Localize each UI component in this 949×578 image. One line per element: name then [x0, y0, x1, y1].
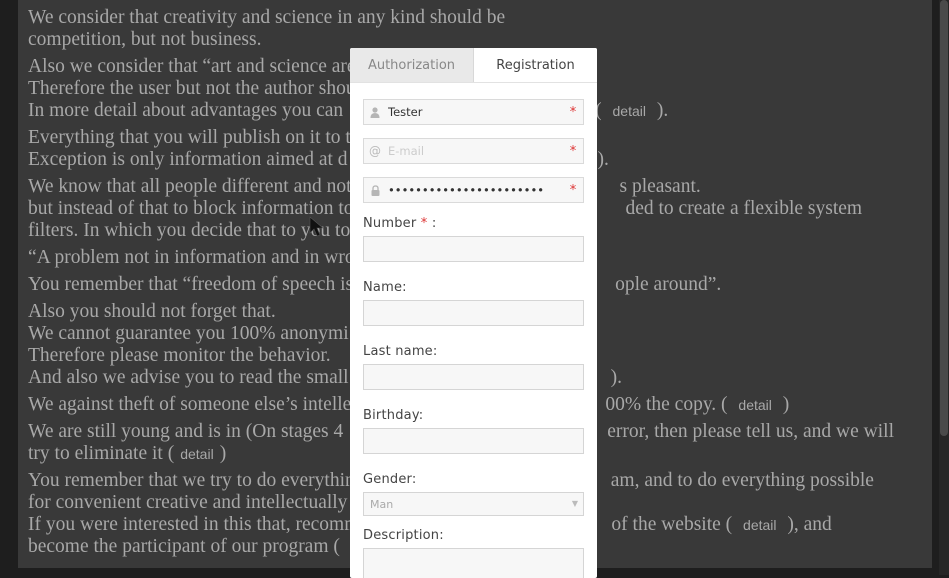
- description-textarea[interactable]: [363, 548, 584, 578]
- chevron-down-icon: ▼: [571, 499, 578, 508]
- bg-paragraph: We consider that creativity and science …: [28, 7, 908, 51]
- detail-link[interactable]: detail: [743, 517, 776, 533]
- auth-modal: Authorization Registration * @ * * Numbe…: [350, 48, 597, 578]
- detail-link[interactable]: detail: [180, 446, 213, 462]
- last-name-input[interactable]: [363, 364, 584, 390]
- required-marker: *: [569, 143, 577, 159]
- password-input[interactable]: [386, 179, 563, 201]
- password-field[interactable]: *: [363, 177, 584, 203]
- number-label: Number * :: [363, 216, 437, 231]
- tab-authorization[interactable]: Authorization: [350, 48, 474, 82]
- scrollbar-thumb[interactable]: [940, 0, 948, 436]
- lock-icon: [364, 184, 386, 196]
- email-input[interactable]: [386, 140, 563, 162]
- tab-registration[interactable]: Registration: [474, 48, 597, 82]
- auth-tabs: Authorization Registration: [350, 48, 597, 83]
- registration-form: * @ * * Number * : Name: Last name: Birt…: [350, 83, 597, 578]
- email-field[interactable]: @ *: [363, 138, 584, 164]
- name-label: Name:: [363, 280, 407, 295]
- mouse-cursor-icon: [309, 216, 324, 237]
- gender-select[interactable]: Man ▼: [363, 492, 584, 516]
- bg-line: We consider that creativity and science …: [28, 7, 506, 28]
- number-input[interactable]: [363, 236, 584, 262]
- gender-label: Gender:: [363, 472, 417, 487]
- login-input[interactable]: [386, 101, 563, 123]
- gender-selected-value: Man: [370, 497, 394, 511]
- user-icon: [364, 106, 386, 118]
- required-marker: *: [569, 182, 577, 198]
- required-marker: *: [420, 216, 428, 231]
- detail-link[interactable]: detail: [613, 103, 646, 119]
- page-scrollbar[interactable]: [939, 0, 949, 575]
- last-name-label: Last name:: [363, 344, 438, 359]
- login-field[interactable]: *: [363, 99, 584, 125]
- description-label: Description:: [363, 528, 444, 543]
- birthday-label: Birthday:: [363, 408, 424, 423]
- required-marker: *: [569, 104, 577, 120]
- birthday-input[interactable]: [363, 428, 584, 454]
- at-icon: @: [369, 144, 381, 158]
- detail-link[interactable]: detail: [738, 397, 771, 413]
- name-input[interactable]: [363, 300, 584, 326]
